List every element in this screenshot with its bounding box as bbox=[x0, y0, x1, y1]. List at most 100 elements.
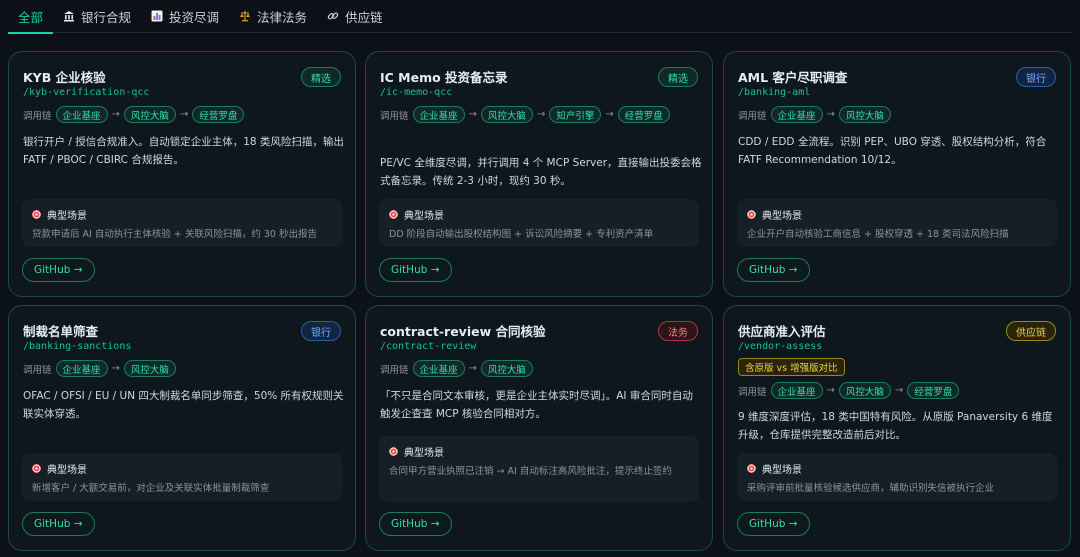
card-title: contract-review 合同核验 bbox=[380, 324, 546, 339]
scenario-title: 典型场景 bbox=[47, 211, 87, 222]
skill-card-vendor-assess[interactable]: 供应商准入评估 供应链 /vendor-assess 含原版 vs 增强版对比 … bbox=[723, 305, 1071, 551]
call-chain: 调用链 企业基座 → 风控大脑 bbox=[23, 360, 343, 377]
chain-pill: 经营罗盘 bbox=[907, 382, 960, 399]
chain-arrow: → bbox=[894, 385, 904, 396]
card-description: 9 维度深度评估，18 类中国特有风险。从原版 Panaversity 6 维度… bbox=[738, 411, 1053, 441]
chain-label: 调用链 bbox=[23, 110, 52, 122]
chain-label: 调用链 bbox=[738, 386, 767, 398]
github-button[interactable]: GitHub → bbox=[22, 512, 95, 536]
scenario-box: 典型场景 贷款申请后 AI 自动执行主体核验 + 关联风险扫描，约 30 秒出报… bbox=[22, 199, 342, 247]
chain-pill: 经营罗盘 bbox=[617, 106, 670, 123]
category-tabs: 全部 银行合规 投资尽调 法律法务 供应链 bbox=[8, 0, 1072, 34]
tab-label: 投资尽调 bbox=[169, 9, 220, 25]
skill-card-sanctions[interactable]: 制裁名单筛查 银行 /banking-sanctions 调用链 企业基座 → 风… bbox=[8, 305, 356, 551]
chain-arrow: → bbox=[111, 109, 120, 120]
tab-label: 银行合规 bbox=[81, 9, 132, 25]
github-button[interactable]: GitHub → bbox=[737, 258, 810, 282]
card-description: PE/VC 全维度尽调，并行调用 4 个 MCP Server，直接输出投委会格… bbox=[380, 157, 702, 187]
scenario-title: 典型场景 bbox=[404, 211, 444, 222]
card-slug: /ic-memo-qcc bbox=[380, 87, 453, 98]
card-title: 供应商准入评估 bbox=[738, 324, 826, 339]
chain-pill: 风控大脑 bbox=[123, 106, 176, 123]
target-icon bbox=[32, 464, 41, 473]
chain-pill: 风控大脑 bbox=[123, 360, 176, 377]
github-button[interactable]: GitHub → bbox=[379, 512, 452, 536]
featured-badge: 精选 bbox=[301, 67, 341, 87]
card-title: AML 客户尽职调查 bbox=[738, 70, 848, 85]
chain-arrow: → bbox=[468, 363, 477, 374]
chain-pill: 企业基座 bbox=[770, 106, 823, 123]
scenario-text: DD 阶段自动输出股权结构图 + 诉讼风险摘要 + 专利资产清单 bbox=[389, 229, 654, 240]
chain-pill: 风控大脑 bbox=[838, 106, 891, 123]
chain-arrow: → bbox=[826, 109, 835, 120]
chain-pill: 风控大脑 bbox=[838, 382, 891, 399]
chain-arrow: → bbox=[468, 109, 477, 120]
github-button[interactable]: GitHub → bbox=[22, 258, 95, 282]
target-icon bbox=[389, 210, 398, 219]
category-badge: 银行 bbox=[1016, 67, 1056, 87]
chain-pill: 企业基座 bbox=[55, 360, 108, 377]
tab-label: 供应链 bbox=[345, 9, 383, 25]
chain-pill: 企业基座 bbox=[770, 382, 823, 399]
card-title: IC Memo 投资备忘录 bbox=[380, 70, 508, 85]
card-title: KYB 企业核验 bbox=[23, 70, 106, 85]
chain-pill: 企业基座 bbox=[55, 106, 108, 123]
skill-card-contract-review[interactable]: contract-review 合同核验 法务 /contract-review… bbox=[365, 305, 713, 551]
card-slug: /kyb-verification-qcc bbox=[23, 87, 150, 98]
card-description: 银行开户 / 授信合规准入。自动锁定企业主体，18 类风险扫描，输出 FATF … bbox=[23, 136, 344, 166]
target-icon bbox=[389, 447, 398, 456]
scenario-text: 采购评审前批量核验候选供应商，辅助识别失信被执行企业 bbox=[747, 483, 995, 494]
chain-label: 调用链 bbox=[23, 364, 52, 376]
github-button[interactable]: GitHub → bbox=[737, 512, 810, 536]
card-slug: /contract-review bbox=[380, 341, 477, 352]
card-slug: /banking-aml bbox=[738, 87, 811, 98]
chain-arrow: → bbox=[179, 109, 189, 120]
card-description: 「不只是合同文本审核，更是企业主体实时尽调」。AI 审合同时自动触发企查查 MC… bbox=[380, 390, 693, 420]
chain-arrow: → bbox=[536, 109, 546, 120]
call-chain: 调用链 企业基座 → 风控大脑 → 知产引擎 → 经营罗盘 bbox=[380, 106, 700, 123]
tab-label: 法律法务 bbox=[257, 9, 308, 25]
chain-arrow: → bbox=[605, 109, 614, 120]
scenario-box: 典型场景 合同甲方营业执照已注销 → AI 自动标注高风险批注，提示终止签约 bbox=[379, 436, 699, 502]
comparison-tag: 含原版 vs 增强版对比 bbox=[738, 358, 845, 376]
card-title: 制裁名单筛查 bbox=[23, 324, 99, 339]
scenario-text: 合同甲方营业执照已注销 → AI 自动标注高风险批注，提示终止签约 bbox=[389, 466, 672, 477]
category-badge: 法务 bbox=[658, 321, 698, 341]
chain-pill: 企业基座 bbox=[412, 360, 465, 377]
scenario-title: 典型场景 bbox=[762, 465, 802, 476]
chain-pill: 企业基座 bbox=[412, 106, 465, 123]
chain-label: 调用链 bbox=[380, 110, 409, 122]
call-chain: 调用链 企业基座 → 风控大脑 bbox=[380, 360, 700, 377]
chart-icon bbox=[151, 10, 163, 22]
chain-arrow: → bbox=[826, 385, 835, 396]
tab-supply-chain[interactable]: 供应链 bbox=[317, 0, 393, 33]
scenario-box: 典型场景 新增客户 / 大额交易前，对企业及关联实体批量制裁筛查 bbox=[22, 453, 342, 501]
chain-pill: 经营罗盘 bbox=[192, 106, 245, 123]
scenario-box: 典型场景 DD 阶段自动输出股权结构图 + 诉讼风险摘要 + 专利资产清单 bbox=[379, 199, 699, 247]
skill-card-aml[interactable]: AML 客户尽职调查 银行 /banking-aml 调用链 企业基座 → 风控大… bbox=[723, 51, 1071, 297]
tab-all[interactable]: 全部 bbox=[8, 0, 54, 34]
skill-card-kyb[interactable]: KYB 企业核验 精选 /kyb-verification-qcc 调用链 企业… bbox=[8, 51, 356, 297]
github-button[interactable]: GitHub → bbox=[379, 258, 452, 282]
tab-banking[interactable]: 银行合规 bbox=[53, 0, 141, 33]
scenario-box: 典型场景 企业开户自动核验工商信息 + 股权穿透 + 18 类司法风险扫描 bbox=[737, 199, 1057, 247]
featured-badge: 精选 bbox=[658, 67, 698, 87]
card-slug: /vendor-assess bbox=[738, 341, 823, 352]
category-badge: 供应链 bbox=[1006, 321, 1056, 341]
target-icon bbox=[32, 210, 41, 219]
card-description: CDD / EDD 全流程。识别 PEP、UBO 穿透、股权结构分析，符合 FA… bbox=[738, 136, 1047, 166]
tab-investment[interactable]: 投资尽调 bbox=[141, 0, 229, 33]
call-chain: 调用链 企业基座 → 风控大脑 → 经营罗盘 bbox=[738, 382, 1058, 399]
chain-pill: 风控大脑 bbox=[480, 360, 533, 377]
category-badge: 银行 bbox=[301, 321, 341, 341]
chain-label: 调用链 bbox=[380, 364, 409, 376]
skill-card-ic-memo[interactable]: IC Memo 投资备忘录 精选 /ic-memo-qcc 调用链 企业基座 → … bbox=[365, 51, 713, 297]
link-icon bbox=[327, 10, 339, 22]
scenario-title: 典型场景 bbox=[762, 211, 802, 222]
card-slug: /banking-sanctions bbox=[23, 341, 132, 352]
scenario-text: 贷款申请后 AI 自动执行主体核验 + 关联风险扫描，约 30 秒出报告 bbox=[32, 229, 317, 240]
tab-legal[interactable]: 法律法务 bbox=[229, 0, 317, 33]
call-chain: 调用链 企业基座 → 风控大脑 → 经营罗盘 bbox=[23, 106, 343, 123]
target-icon bbox=[747, 210, 756, 219]
scenario-text: 企业开户自动核验工商信息 + 股权穿透 + 18 类司法风险扫描 bbox=[747, 229, 1009, 240]
